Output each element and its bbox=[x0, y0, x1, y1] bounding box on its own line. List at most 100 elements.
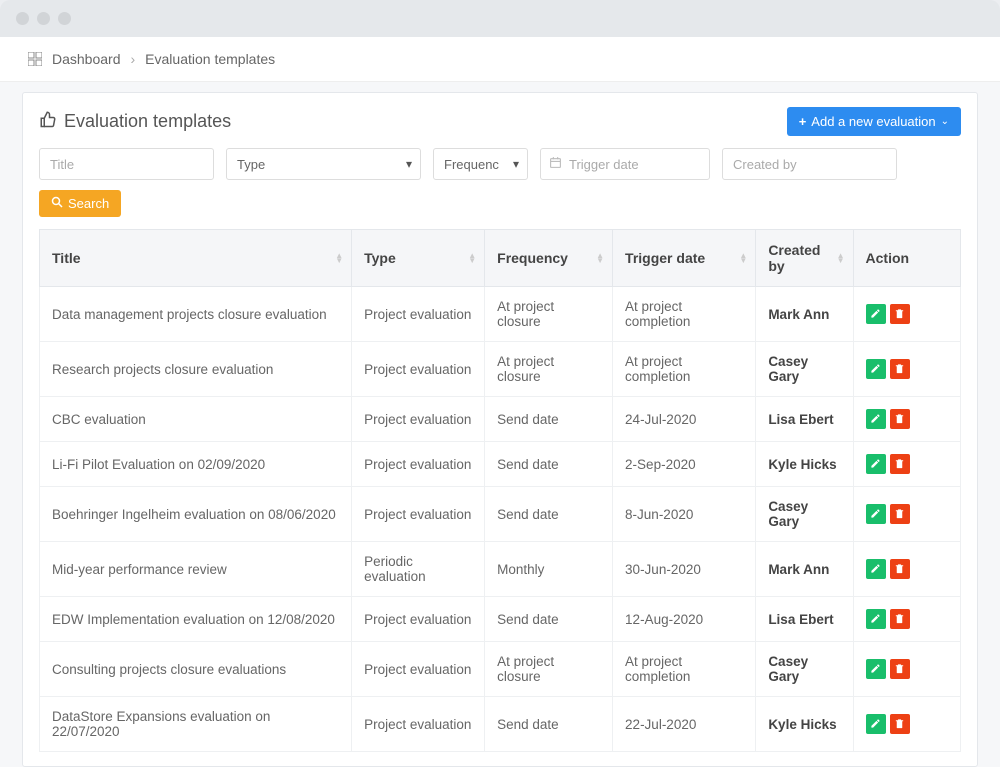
sort-icon: ▲▼ bbox=[837, 253, 845, 263]
filter-trigger-date-input[interactable] bbox=[540, 148, 710, 180]
trash-icon bbox=[894, 717, 905, 732]
cell-trigger: At project completion bbox=[613, 287, 756, 342]
delete-button[interactable] bbox=[890, 714, 910, 734]
search-button[interactable]: Search bbox=[39, 190, 121, 217]
delete-button[interactable] bbox=[890, 659, 910, 679]
delete-button[interactable] bbox=[890, 304, 910, 324]
cell-action bbox=[853, 642, 960, 697]
evaluation-templates-card: Evaluation templates + Add a new evaluat… bbox=[22, 92, 978, 767]
chevron-right-icon: › bbox=[131, 51, 136, 67]
cell-action bbox=[853, 487, 960, 542]
cell-trigger: 22-Jul-2020 bbox=[613, 697, 756, 752]
edit-button[interactable] bbox=[866, 659, 886, 679]
edit-button[interactable] bbox=[866, 359, 886, 379]
delete-button[interactable] bbox=[890, 504, 910, 524]
filter-frequency-select[interactable]: Frequency bbox=[433, 148, 528, 180]
add-evaluation-button[interactable]: + Add a new evaluation ⌄ bbox=[787, 107, 961, 136]
cell-created-by: Kyle Hicks bbox=[756, 442, 853, 487]
edit-button[interactable] bbox=[866, 304, 886, 324]
trash-icon bbox=[894, 307, 905, 322]
edit-button[interactable] bbox=[866, 504, 886, 524]
filter-type-select[interactable]: Type bbox=[226, 148, 421, 180]
cell-type: Project evaluation bbox=[352, 642, 485, 697]
dashboard-icon bbox=[28, 52, 42, 66]
th-created-by[interactable]: Created by▲▼ bbox=[756, 230, 853, 287]
edit-button[interactable] bbox=[866, 559, 886, 579]
cell-action bbox=[853, 597, 960, 642]
cell-created-by: Casey Gary bbox=[756, 342, 853, 397]
breadcrumb: Dashboard › Evaluation templates bbox=[0, 37, 1000, 82]
page-title: Evaluation templates bbox=[39, 110, 231, 133]
cell-frequency: Send date bbox=[485, 487, 613, 542]
cell-title: EDW Implementation evaluation on 12/08/2… bbox=[40, 597, 352, 642]
trash-icon bbox=[894, 457, 905, 472]
cell-frequency: At project closure bbox=[485, 287, 613, 342]
sort-icon: ▲▼ bbox=[739, 253, 747, 263]
thumbs-up-icon bbox=[39, 110, 57, 133]
trash-icon bbox=[894, 412, 905, 427]
browser-chrome bbox=[0, 0, 1000, 37]
table-row: Consulting projects closure evaluationsP… bbox=[40, 642, 961, 697]
delete-button[interactable] bbox=[890, 454, 910, 474]
cell-type: Periodic evaluation bbox=[352, 542, 485, 597]
sort-icon: ▲▼ bbox=[596, 253, 604, 263]
th-type[interactable]: Type▲▼ bbox=[352, 230, 485, 287]
cell-created-by: Casey Gary bbox=[756, 487, 853, 542]
cell-type: Project evaluation bbox=[352, 697, 485, 752]
pencil-icon bbox=[870, 457, 881, 472]
edit-button[interactable] bbox=[866, 609, 886, 629]
cell-title: DataStore Expansions evaluation on 22/07… bbox=[40, 697, 352, 752]
cell-type: Project evaluation bbox=[352, 342, 485, 397]
cell-trigger: 2-Sep-2020 bbox=[613, 442, 756, 487]
pencil-icon bbox=[870, 612, 881, 627]
filter-title-input[interactable] bbox=[39, 148, 214, 180]
filter-created-by-input[interactable] bbox=[722, 148, 897, 180]
edit-button[interactable] bbox=[866, 714, 886, 734]
edit-button[interactable] bbox=[866, 409, 886, 429]
cell-type: Project evaluation bbox=[352, 397, 485, 442]
th-title[interactable]: Title▲▼ bbox=[40, 230, 352, 287]
th-frequency[interactable]: Frequency▲▼ bbox=[485, 230, 613, 287]
edit-button[interactable] bbox=[866, 454, 886, 474]
th-action: Action bbox=[853, 230, 960, 287]
cell-action bbox=[853, 542, 960, 597]
cell-frequency: Send date bbox=[485, 597, 613, 642]
delete-button[interactable] bbox=[890, 359, 910, 379]
cell-title: Data management projects closure evaluat… bbox=[40, 287, 352, 342]
th-trigger[interactable]: Trigger date▲▼ bbox=[613, 230, 756, 287]
delete-button[interactable] bbox=[890, 559, 910, 579]
cell-title: Consulting projects closure evaluations bbox=[40, 642, 352, 697]
chrome-dot bbox=[16, 12, 29, 25]
pencil-icon bbox=[870, 362, 881, 377]
pencil-icon bbox=[870, 662, 881, 677]
breadcrumb-home[interactable]: Dashboard bbox=[52, 51, 121, 67]
evaluation-table: Title▲▼ Type▲▼ Frequency▲▼ Trigger date▲… bbox=[39, 229, 961, 752]
delete-button[interactable] bbox=[890, 409, 910, 429]
cell-frequency: At project closure bbox=[485, 642, 613, 697]
cell-trigger: 8-Jun-2020 bbox=[613, 487, 756, 542]
trash-icon bbox=[894, 507, 905, 522]
table-row: CBC evaluationProject evaluationSend dat… bbox=[40, 397, 961, 442]
table-row: Data management projects closure evaluat… bbox=[40, 287, 961, 342]
cell-type: Project evaluation bbox=[352, 287, 485, 342]
delete-button[interactable] bbox=[890, 609, 910, 629]
cell-action bbox=[853, 342, 960, 397]
sort-icon: ▲▼ bbox=[335, 253, 343, 263]
pencil-icon bbox=[870, 717, 881, 732]
cell-action bbox=[853, 697, 960, 752]
cell-action bbox=[853, 287, 960, 342]
table-row: Research projects closure evaluationProj… bbox=[40, 342, 961, 397]
chevron-down-icon: ⌄ bbox=[941, 116, 949, 127]
pencil-icon bbox=[870, 307, 881, 322]
cell-trigger: At project completion bbox=[613, 342, 756, 397]
cell-frequency: Send date bbox=[485, 697, 613, 752]
cell-type: Project evaluation bbox=[352, 597, 485, 642]
table-row: Li-Fi Pilot Evaluation on 02/09/2020Proj… bbox=[40, 442, 961, 487]
cell-title: Li-Fi Pilot Evaluation on 02/09/2020 bbox=[40, 442, 352, 487]
calendar-icon bbox=[549, 156, 562, 172]
plus-icon: + bbox=[799, 114, 807, 129]
pencil-icon bbox=[870, 507, 881, 522]
pencil-icon bbox=[870, 412, 881, 427]
pencil-icon bbox=[870, 562, 881, 577]
cell-created-by: Mark Ann bbox=[756, 287, 853, 342]
